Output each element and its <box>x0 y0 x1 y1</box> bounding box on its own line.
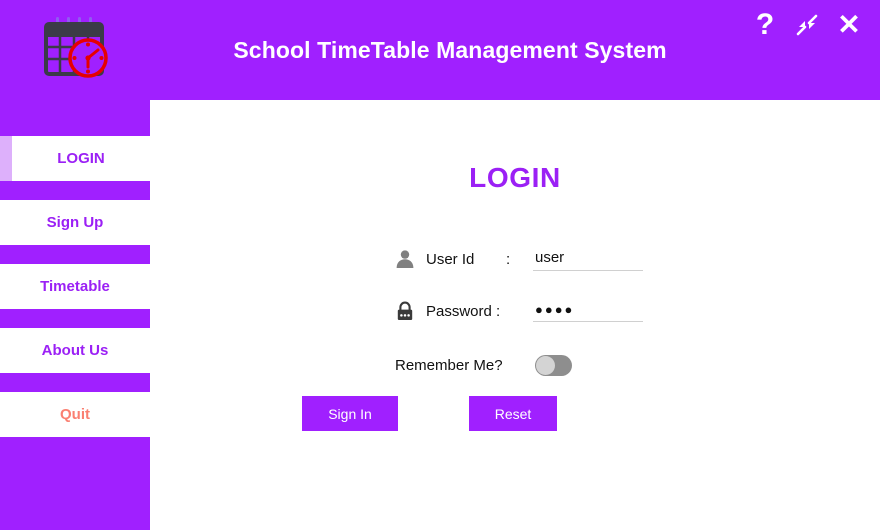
user-id-separator: : <box>506 250 511 268</box>
sidebar-item-label: LOGIN <box>57 150 105 167</box>
user-id-row: User Id : <box>393 240 813 278</box>
calendar-clock-icon <box>40 16 112 82</box>
login-form: User Id : Password : <box>393 240 813 390</box>
sign-in-button[interactable]: Sign In <box>302 396 398 431</box>
reset-button[interactable]: Reset <box>469 396 557 431</box>
sidebar-item-label: About Us <box>41 342 109 359</box>
sidebar-item-signup[interactable]: Sign Up <box>0 200 150 245</box>
remember-me-toggle[interactable] <box>535 354 572 376</box>
sidebar: LOGIN Sign Up Timetable About Us Quit <box>0 100 150 530</box>
main-content: LOGIN User Id : user Password: ●●●● Rem… <box>150 100 880 530</box>
help-icon[interactable]: ? <box>752 10 778 40</box>
sidebar-item-label: Sign Up <box>46 214 104 231</box>
app-title: School TimeTable Management System <box>233 36 667 63</box>
user-id-input[interactable] <box>533 247 643 271</box>
sidebar-item-about-us[interactable]: About Us <box>0 328 150 373</box>
page-title: LOGIN <box>469 162 561 193</box>
toggle-knob <box>536 355 555 375</box>
sidebar-item-label: Quit <box>60 406 90 423</box>
user-icon <box>393 247 417 271</box>
window-controls: ? ✕ <box>752 10 862 40</box>
minimize-arrows-icon[interactable] <box>794 10 820 40</box>
form-actions: Sign In Reset <box>302 396 557 431</box>
user-id-label: User Id <box>426 250 475 268</box>
password-label: Password : <box>426 302 501 320</box>
close-icon[interactable]: ✕ <box>836 10 862 40</box>
sidebar-item-label: Timetable <box>40 278 110 295</box>
sidebar-item-quit[interactable]: Quit <box>0 392 150 437</box>
remember-me-label: Remember Me? <box>395 356 503 374</box>
password-input[interactable] <box>533 300 643 322</box>
sidebar-item-login[interactable]: LOGIN <box>0 136 150 181</box>
app-header: School TimeTable Management System ? ✕ <box>0 0 880 100</box>
app-window: School TimeTable Management System ? ✕ L… <box>0 0 880 530</box>
sidebar-item-timetable[interactable]: Timetable <box>0 264 150 309</box>
password-row: Password : <box>393 292 813 330</box>
remember-me-row: Remember Me? <box>393 348 813 382</box>
lock-icon <box>393 299 417 323</box>
